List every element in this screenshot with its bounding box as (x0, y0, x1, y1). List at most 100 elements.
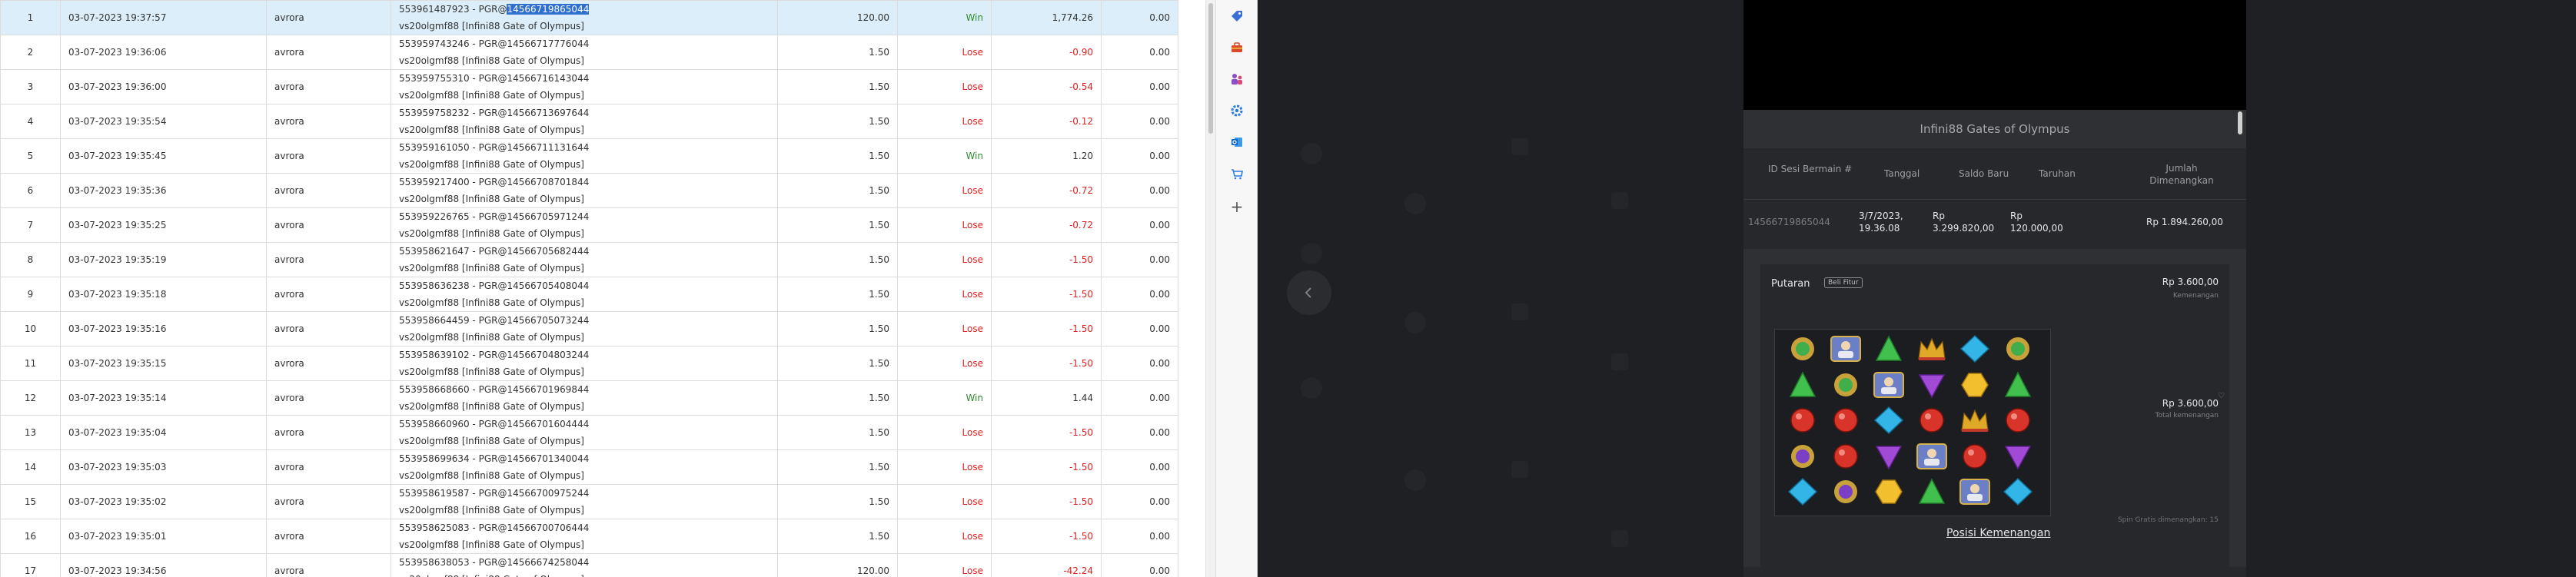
row-extra: 0.00 (1101, 277, 1178, 312)
row-reference-text: 553958625083 - PGR@14566700706444 (399, 522, 590, 533)
row-description[interactable]: 553958664459 - PGR@14566705073244 vs20olg… (391, 311, 778, 347)
row-result: Lose (897, 173, 992, 208)
row-reference[interactable]: 553958664459 - PGR@14566705073244 (399, 313, 769, 330)
row-username: avrora (266, 311, 391, 347)
row-reference-text: 553959743246 - PGR@14566717776044 (399, 38, 590, 49)
tag-icon[interactable] (1228, 7, 1246, 25)
table-row[interactable]: 10 03-07-2023 19:35:16 avrora 553958664459 … (0, 311, 1178, 347)
row-reference[interactable]: 553958625083 - PGR@14566700706444 (399, 520, 769, 537)
row-datetime: 03-07-2023 19:37:57 (60, 0, 267, 35)
row-description[interactable]: 553959743246 - PGR@14566717776044 vs20olg… (391, 35, 778, 70)
table-row[interactable]: 8 03-07-2023 19:35:19 avrora 553958621647 -… (0, 242, 1178, 277)
table-row[interactable]: 6 03-07-2023 19:35:36 avrora 553959217400 -… (0, 173, 1178, 208)
heart-icon[interactable]: ♡ (2218, 392, 2225, 400)
row-winlose: 1.44 (991, 380, 1102, 416)
table-row[interactable]: 5 03-07-2023 19:35:45 avrora 553959161050 -… (0, 138, 1178, 174)
row-description[interactable]: 553959755310 - PGR@14566716143044 vs20olg… (391, 69, 778, 104)
total-win-label: Total kemenangan (2155, 412, 2219, 419)
row-reference[interactable]: 553959743246 - PGR@14566717776044 (399, 36, 769, 53)
row-winlose: -1.50 (991, 311, 1102, 347)
row-reference[interactable]: 553959161050 - PGR@14566711131644 (399, 140, 769, 157)
row-reference[interactable]: 553958621647 - PGR@14566705682444 (399, 244, 769, 260)
table-row[interactable]: 2 03-07-2023 19:36:06 avrora 553959743246 -… (0, 35, 1178, 70)
row-description[interactable]: 553958621647 - PGR@14566705682444 vs20olg… (391, 242, 778, 277)
row-reference[interactable]: 553961487923 - PGR@14566719865044 (399, 2, 769, 18)
balance-line-1: Rp (1933, 211, 1945, 221)
table-scrollbar[interactable] (1205, 0, 1215, 577)
row-reference[interactable]: 553958619587 - PGR@14566700975244 (399, 486, 769, 502)
balance-line-2: 3.299.820,00 (1933, 223, 1995, 234)
row-description[interactable]: 553958636238 - PGR@14566705408044 vs20olg… (391, 277, 778, 312)
row-result: Lose (897, 553, 992, 577)
row-number: 7 (0, 207, 61, 243)
session-id-value[interactable]: 14566719865044 (1748, 216, 1830, 228)
row-description[interactable]: 553961487923 - PGR@14566719865044 vs20olg… (391, 0, 778, 35)
table-row[interactable]: 11 03-07-2023 19:35:15 avrora 553958639102 … (0, 346, 1178, 381)
row-description[interactable]: 553959758232 - PGR@14566713697644 vs20olg… (391, 104, 778, 139)
outlook-icon[interactable] (1228, 133, 1246, 151)
row-reference[interactable]: 553959226765 - PGR@14566705971244 (399, 209, 769, 226)
blue-gem-symbol (1959, 334, 1990, 363)
table-row[interactable]: 14 03-07-2023 19:35:03 avrora 553958699634 … (0, 449, 1178, 485)
row-bet: 120.00 (777, 0, 898, 35)
row-reference[interactable]: 553959217400 - PGR@14566708701844 (399, 174, 769, 191)
row-reference[interactable]: 553958699634 - PGR@14566701340044 (399, 451, 769, 468)
row-description[interactable]: 553958625083 - PGR@14566700706444 vs20olg… (391, 519, 778, 554)
row-datetime: 03-07-2023 19:35:15 (60, 346, 267, 381)
row-result: Lose (897, 242, 992, 277)
row-bet: 1.50 (777, 138, 898, 174)
row-datetime: 03-07-2023 19:36:06 (60, 35, 267, 70)
table-row[interactable]: 15 03-07-2023 19:35:02 avrora 553958619587 … (0, 484, 1178, 519)
toolbox-icon[interactable] (1228, 38, 1246, 57)
row-description[interactable]: 553958668660 - PGR@14566701969844 vs20olg… (391, 380, 778, 416)
row-username: avrora (266, 519, 391, 554)
row-winlose: -1.50 (991, 346, 1102, 381)
header-bet: Taruhan (2039, 168, 2076, 179)
gear-icon[interactable] (1228, 101, 1246, 120)
table-row[interactable]: 12 03-07-2023 19:35:14 avrora 553958668660 … (0, 380, 1178, 416)
table-row[interactable]: 17 03-07-2023 19:34:56 avrora 553958638053 … (0, 553, 1178, 577)
row-result: Win (897, 0, 992, 35)
row-reference[interactable]: 553959758232 - PGR@14566713697644 (399, 105, 769, 122)
row-reference[interactable]: 553959755310 - PGR@14566716143044 (399, 71, 769, 88)
row-reference[interactable]: 553958638053 - PGR@14566674258044 (399, 555, 769, 572)
row-datetime: 03-07-2023 19:35:54 (60, 104, 267, 139)
table-row[interactable]: 9 03-07-2023 19:35:18 avrora 553958636238 -… (0, 277, 1178, 312)
table-scroll-thumb[interactable] (1208, 3, 1213, 134)
table-row[interactable]: 16 03-07-2023 19:35:01 avrora 553958625083 … (0, 519, 1178, 554)
row-reference[interactable]: 553958636238 - PGR@14566705408044 (399, 278, 769, 295)
row-reference-text: 553958619587 - PGR@14566700975244 (399, 488, 590, 499)
row-reference-text: 553959755310 - PGR@14566716143044 (399, 73, 590, 84)
row-description[interactable]: 553958639102 - PGR@14566704803244 vs20olg… (391, 346, 778, 381)
row-description[interactable]: 553958699634 - PGR@14566701340044 vs20olg… (391, 449, 778, 485)
table-row[interactable]: 7 03-07-2023 19:35:25 avrora 553959226765 -… (0, 207, 1178, 243)
row-winlose: -1.50 (991, 242, 1102, 277)
table-row[interactable]: 4 03-07-2023 19:35:54 avrora 553959758232 -… (0, 104, 1178, 139)
plus-icon[interactable]: + (1228, 197, 1246, 216)
summary-divider (1743, 199, 2246, 200)
row-description[interactable]: 553958638053 - PGR@14566674258044 vs20olg… (391, 553, 778, 577)
cart-icon[interactable] (1228, 164, 1246, 183)
row-description[interactable]: 553959226765 - PGR@14566705971244 vs20olg… (391, 207, 778, 243)
row-description[interactable]: 553958619587 - PGR@14566700975244 vs20olg… (391, 484, 778, 519)
round-win-amount: Rp 3.600,00 (2162, 277, 2219, 287)
table-row[interactable]: 3 03-07-2023 19:36:00 avrora 553959755310 -… (0, 69, 1178, 104)
row-datetime: 03-07-2023 19:35:02 (60, 484, 267, 519)
row-reference-text: 553959758232 - PGR@14566713697644 (399, 108, 590, 118)
winning-positions-link[interactable]: Posisi Kemenangan (1946, 527, 2050, 539)
viewer-right-area (2246, 0, 2576, 577)
people-icon[interactable] (1228, 70, 1246, 88)
row-description[interactable]: 553959161050 - PGR@14566711131644 vs20olg… (391, 138, 778, 174)
row-reference[interactable]: 553958660960 - PGR@14566701604444 (399, 416, 769, 433)
row-datetime: 03-07-2023 19:35:25 (60, 207, 267, 243)
row-description[interactable]: 553958660960 - PGR@14566701604444 vs20olg… (391, 415, 778, 450)
previous-round-button[interactable] (1287, 270, 1331, 315)
table-row[interactable]: 1 03-07-2023 19:37:57 avrora 553961487923 -… (0, 0, 1178, 35)
yellow-gem-symbol (1961, 372, 1989, 397)
row-description[interactable]: 553959217400 - PGR@14566708701844 vs20olg… (391, 173, 778, 208)
row-reference[interactable]: 553958668660 - PGR@14566701969844 (399, 382, 769, 399)
green-ring-symbol (1791, 337, 1814, 360)
table-row[interactable]: 13 03-07-2023 19:35:04 avrora 553958660960 … (0, 415, 1178, 450)
row-reference[interactable]: 553958639102 - PGR@14566704803244 (399, 347, 769, 364)
selected-text[interactable]: 14566719865044 (507, 4, 590, 15)
